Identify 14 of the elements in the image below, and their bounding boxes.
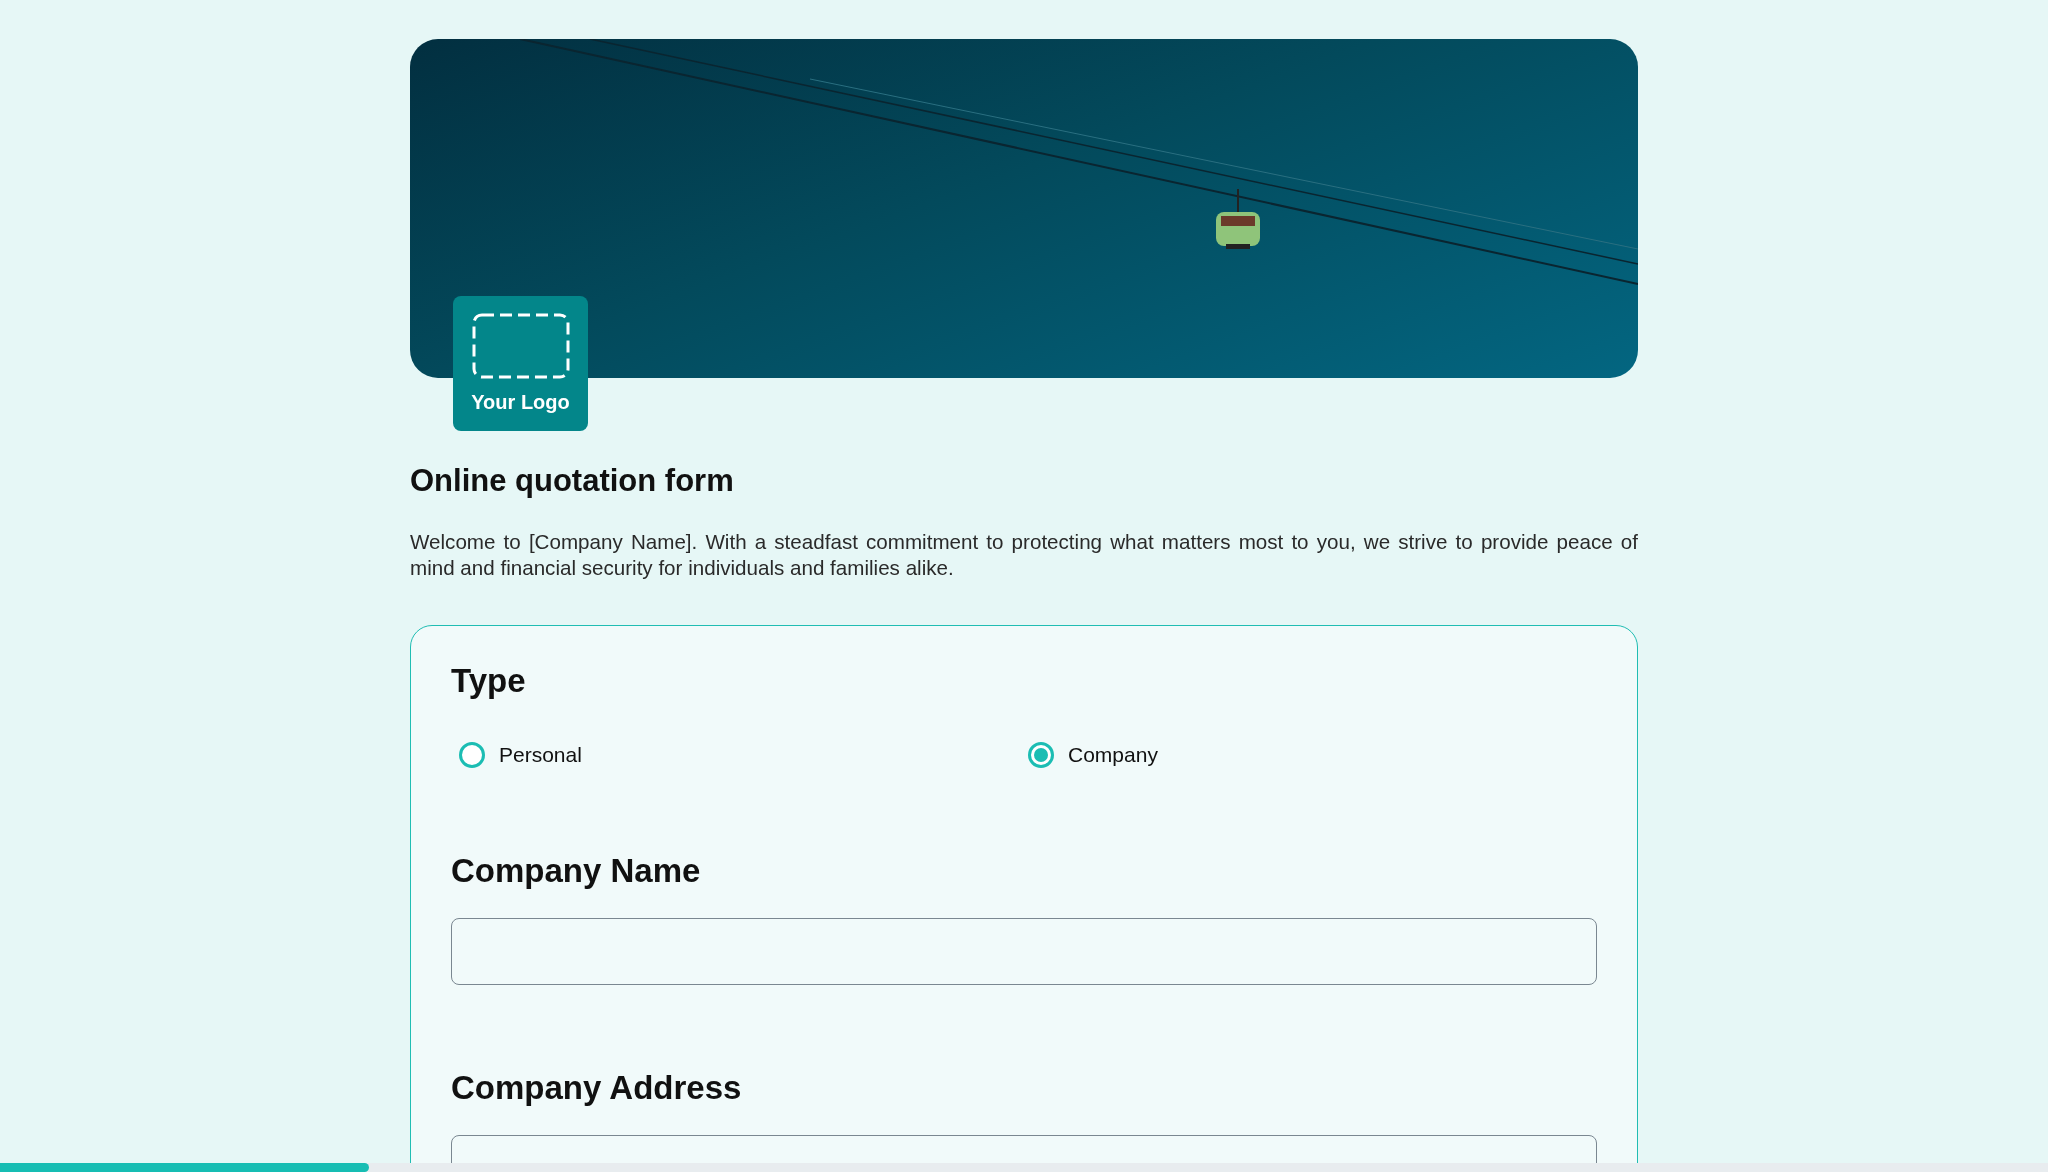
radio-option[interactable]: Company [1028,742,1597,768]
radio-button[interactable] [1028,742,1054,768]
logo-text: Your Logo [471,391,570,414]
text-input-field[interactable] [451,918,1597,985]
intro-paragraph: Welcome to [Company Name]. With a steadfast commitment to protecting what matters most to you, we strive to provide peace of mind and financial security for individuals and families alike. [410,529,1638,581]
form-title: Online quotation form [410,463,735,499]
dashed-frame-icon [471,313,570,379]
radio-label: Personal [499,743,582,767]
type-heading: Type [451,662,527,700]
radio-label: Company [1068,743,1158,767]
field-label: Company Name [451,852,702,890]
radio-button[interactable] [459,742,485,768]
field-label: Company Address [451,1069,743,1107]
radio-option[interactable]: Personal [459,742,1028,768]
